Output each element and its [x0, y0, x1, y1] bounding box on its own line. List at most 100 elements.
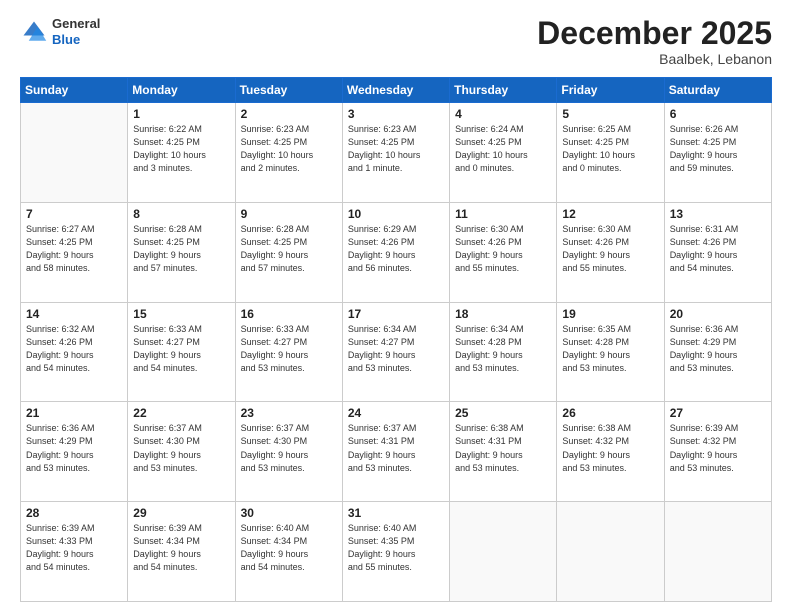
day-number: 11 — [455, 207, 551, 221]
day-number: 2 — [241, 107, 337, 121]
calendar-cell: 4 Sunrise: 6:24 AM Sunset: 4:25 PM Daylig… — [450, 103, 557, 203]
day-number: 7 — [26, 207, 122, 221]
logo-icon — [20, 18, 48, 46]
calendar-week-4: 21 Sunrise: 6:36 AM Sunset: 4:29 PM Dayli… — [21, 402, 772, 502]
calendar-cell: 26 Sunrise: 6:38 AM Sunset: 4:32 PM Dayli… — [557, 402, 664, 502]
day-number: 30 — [241, 506, 337, 520]
calendar-cell: 7 Sunrise: 6:27 AM Sunset: 4:25 PM Daylig… — [21, 202, 128, 302]
day-number: 24 — [348, 406, 444, 420]
calendar-cell: 6 Sunrise: 6:26 AM Sunset: 4:25 PM Daylig… — [664, 103, 771, 203]
day-info: Sunrise: 6:27 AM Sunset: 4:25 PM Dayligh… — [26, 223, 122, 275]
location: Baalbek, Lebanon — [537, 51, 772, 67]
day-info: Sunrise: 6:31 AM Sunset: 4:26 PM Dayligh… — [670, 223, 766, 275]
calendar-cell: 24 Sunrise: 6:37 AM Sunset: 4:31 PM Dayli… — [342, 402, 449, 502]
day-number: 1 — [133, 107, 229, 121]
calendar-cell: 27Sunrise: 6:39 AM Sunset: 4:32 PM Dayli… — [664, 402, 771, 502]
calendar-cell: 22 Sunrise: 6:37 AM Sunset: 4:30 PM Dayli… — [128, 402, 235, 502]
day-info: Sunrise: 6:38 AM Sunset: 4:31 PM Dayligh… — [455, 422, 551, 474]
calendar-cell: 31 Sunrise: 6:40 AM Sunset: 4:35 PM Dayli… — [342, 502, 449, 602]
col-header-saturday: Saturday — [664, 78, 771, 103]
day-number: 6 — [670, 107, 766, 121]
calendar-cell: 3 Sunrise: 6:23 AM Sunset: 4:25 PM Daylig… — [342, 103, 449, 203]
day-info: Sunrise: 6:39 AM Sunset: 4:34 PM Dayligh… — [133, 522, 229, 574]
day-number: 8 — [133, 207, 229, 221]
calendar-cell: 19 Sunrise: 6:35 AM Sunset: 4:28 PM Dayli… — [557, 302, 664, 402]
calendar-cell: 30Sunrise: 6:40 AM Sunset: 4:34 PM Dayli… — [235, 502, 342, 602]
day-number: 25 — [455, 406, 551, 420]
month-title: December 2025 — [537, 16, 772, 51]
col-header-tuesday: Tuesday — [235, 78, 342, 103]
col-header-wednesday: Wednesday — [342, 78, 449, 103]
day-info: Sunrise: 6:37 AM Sunset: 4:30 PM Dayligh… — [133, 422, 229, 474]
calendar-cell — [664, 502, 771, 602]
day-info: Sunrise: 6:23 AM Sunset: 4:25 PM Dayligh… — [241, 123, 337, 175]
calendar-cell: 18Sunrise: 6:34 AM Sunset: 4:28 PM Dayli… — [450, 302, 557, 402]
calendar-cell: 10 Sunrise: 6:29 AM Sunset: 4:26 PM Dayli… — [342, 202, 449, 302]
calendar-cell: 5Sunrise: 6:25 AM Sunset: 4:25 PM Daylig… — [557, 103, 664, 203]
day-info: Sunrise: 6:33 AM Sunset: 4:27 PM Dayligh… — [241, 323, 337, 375]
col-header-thursday: Thursday — [450, 78, 557, 103]
calendar-cell: 29Sunrise: 6:39 AM Sunset: 4:34 PM Dayli… — [128, 502, 235, 602]
day-number: 26 — [562, 406, 658, 420]
day-info: Sunrise: 6:33 AM Sunset: 4:27 PM Dayligh… — [133, 323, 229, 375]
header: General Blue December 2025 Baalbek, Leba… — [20, 16, 772, 67]
calendar-week-5: 28Sunrise: 6:39 AM Sunset: 4:33 PM Dayli… — [21, 502, 772, 602]
calendar-cell: 21 Sunrise: 6:36 AM Sunset: 4:29 PM Dayli… — [21, 402, 128, 502]
day-number: 14 — [26, 307, 122, 321]
day-info: Sunrise: 6:29 AM Sunset: 4:26 PM Dayligh… — [348, 223, 444, 275]
calendar-cell: 8 Sunrise: 6:28 AM Sunset: 4:25 PM Daylig… — [128, 202, 235, 302]
calendar-cell — [557, 502, 664, 602]
calendar-cell: 12 Sunrise: 6:30 AM Sunset: 4:26 PM Dayli… — [557, 202, 664, 302]
day-info: Sunrise: 6:38 AM Sunset: 4:32 PM Dayligh… — [562, 422, 658, 474]
day-number: 28 — [26, 506, 122, 520]
calendar-header-row: SundayMondayTuesdayWednesdayThursdayFrid… — [21, 78, 772, 103]
day-info: Sunrise: 6:37 AM Sunset: 4:30 PM Dayligh… — [241, 422, 337, 474]
day-info: Sunrise: 6:26 AM Sunset: 4:25 PM Dayligh… — [670, 123, 766, 175]
day-number: 5 — [562, 107, 658, 121]
col-header-sunday: Sunday — [21, 78, 128, 103]
day-number: 4 — [455, 107, 551, 121]
day-number: 17 — [348, 307, 444, 321]
calendar-week-3: 14 Sunrise: 6:32 AM Sunset: 4:26 PM Dayli… — [21, 302, 772, 402]
calendar-cell: 13 Sunrise: 6:31 AM Sunset: 4:26 PM Dayli… — [664, 202, 771, 302]
day-number: 16 — [241, 307, 337, 321]
day-info: Sunrise: 6:24 AM Sunset: 4:25 PM Dayligh… — [455, 123, 551, 175]
day-info: Sunrise: 6:39 AM Sunset: 4:32 PM Dayligh… — [670, 422, 766, 474]
col-header-friday: Friday — [557, 78, 664, 103]
day-info: Sunrise: 6:30 AM Sunset: 4:26 PM Dayligh… — [455, 223, 551, 275]
calendar-cell: 15Sunrise: 6:33 AM Sunset: 4:27 PM Dayli… — [128, 302, 235, 402]
calendar-cell: 28Sunrise: 6:39 AM Sunset: 4:33 PM Dayli… — [21, 502, 128, 602]
day-info: Sunrise: 6:35 AM Sunset: 4:28 PM Dayligh… — [562, 323, 658, 375]
calendar-week-2: 7 Sunrise: 6:27 AM Sunset: 4:25 PM Daylig… — [21, 202, 772, 302]
calendar-cell: 14 Sunrise: 6:32 AM Sunset: 4:26 PM Dayli… — [21, 302, 128, 402]
day-number: 10 — [348, 207, 444, 221]
calendar-cell — [450, 502, 557, 602]
day-number: 3 — [348, 107, 444, 121]
day-number: 23 — [241, 406, 337, 420]
calendar-cell: 16 Sunrise: 6:33 AM Sunset: 4:27 PM Dayli… — [235, 302, 342, 402]
title-block: December 2025 Baalbek, Lebanon — [537, 16, 772, 67]
day-info: Sunrise: 6:23 AM Sunset: 4:25 PM Dayligh… — [348, 123, 444, 175]
page: General Blue December 2025 Baalbek, Leba… — [0, 0, 792, 612]
day-number: 12 — [562, 207, 658, 221]
day-info: Sunrise: 6:28 AM Sunset: 4:25 PM Dayligh… — [133, 223, 229, 275]
day-info: Sunrise: 6:36 AM Sunset: 4:29 PM Dayligh… — [26, 422, 122, 474]
calendar-cell: 11 Sunrise: 6:30 AM Sunset: 4:26 PM Dayli… — [450, 202, 557, 302]
calendar-cell: 9Sunrise: 6:28 AM Sunset: 4:25 PM Daylig… — [235, 202, 342, 302]
logo-text: General Blue — [52, 16, 100, 47]
day-info: Sunrise: 6:37 AM Sunset: 4:31 PM Dayligh… — [348, 422, 444, 474]
day-number: 31 — [348, 506, 444, 520]
day-info: Sunrise: 6:40 AM Sunset: 4:35 PM Dayligh… — [348, 522, 444, 574]
day-info: Sunrise: 6:28 AM Sunset: 4:25 PM Dayligh… — [241, 223, 337, 275]
day-number: 13 — [670, 207, 766, 221]
day-number: 18 — [455, 307, 551, 321]
day-info: Sunrise: 6:32 AM Sunset: 4:26 PM Dayligh… — [26, 323, 122, 375]
logo-blue-text: Blue — [52, 32, 100, 48]
day-number: 19 — [562, 307, 658, 321]
day-number: 21 — [26, 406, 122, 420]
calendar-cell: 17Sunrise: 6:34 AM Sunset: 4:27 PM Dayli… — [342, 302, 449, 402]
calendar-cell: 2 Sunrise: 6:23 AM Sunset: 4:25 PM Daylig… — [235, 103, 342, 203]
day-number: 22 — [133, 406, 229, 420]
calendar-cell: 20Sunrise: 6:36 AM Sunset: 4:29 PM Dayli… — [664, 302, 771, 402]
day-info: Sunrise: 6:30 AM Sunset: 4:26 PM Dayligh… — [562, 223, 658, 275]
